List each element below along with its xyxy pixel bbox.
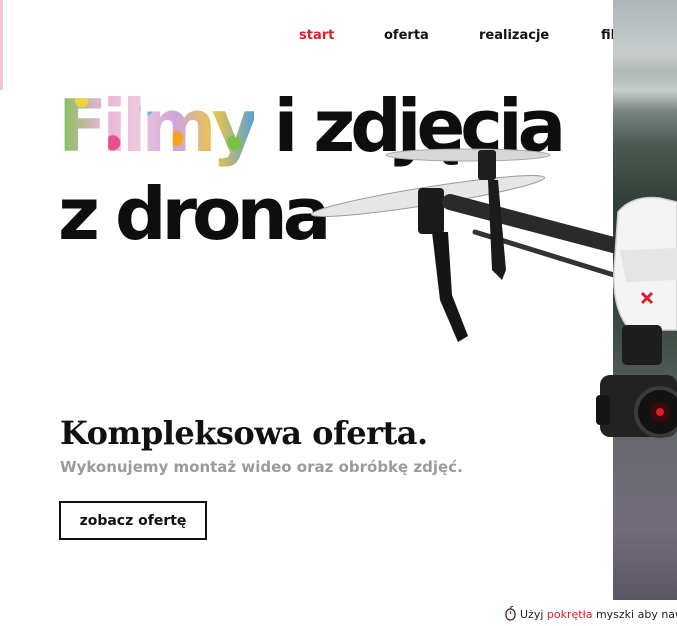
headline-highlight-word: Filmy [58, 84, 254, 168]
subline: Wykonujemy montaż wideo oraz obróbkę zdj… [60, 458, 463, 476]
tagline: Kompleksowa oferta. [60, 414, 428, 452]
drone-arm-upper [442, 194, 648, 260]
camera-side-dial [596, 395, 610, 425]
drone-propeller-back [385, 148, 551, 162]
mouse-icon [505, 606, 516, 621]
headline-line-2: z drona [58, 172, 331, 256]
camera-record-light [656, 408, 664, 416]
scroll-hint: Użyj pokrętła myszki aby nawigować [505, 606, 677, 626]
main-nav: start oferta realizacje filmowanie [0, 28, 677, 48]
nav-item-oferta[interactable]: oferta [384, 28, 429, 43]
drone-image [310, 148, 677, 438]
drone-leg-back [488, 180, 506, 280]
scroll-hint-suffix: myszki aby nawigować [595, 608, 677, 621]
scroll-hint-highlight: pokrętła [546, 608, 593, 621]
photo-mist [613, 70, 677, 110]
drone-body-shading [620, 248, 677, 282]
drone-gimbal [622, 325, 662, 365]
scroll-hint-prefix: Użyj [520, 608, 547, 621]
nav-item-start[interactable]: start [299, 28, 334, 43]
drone-motor-front [418, 188, 444, 234]
nav-item-realizacje[interactable]: realizacje [479, 28, 549, 43]
drone-motor-back [478, 150, 496, 180]
drone-leg-front [432, 232, 468, 342]
see-offer-button[interactable]: zobacz ofertę [59, 501, 207, 540]
